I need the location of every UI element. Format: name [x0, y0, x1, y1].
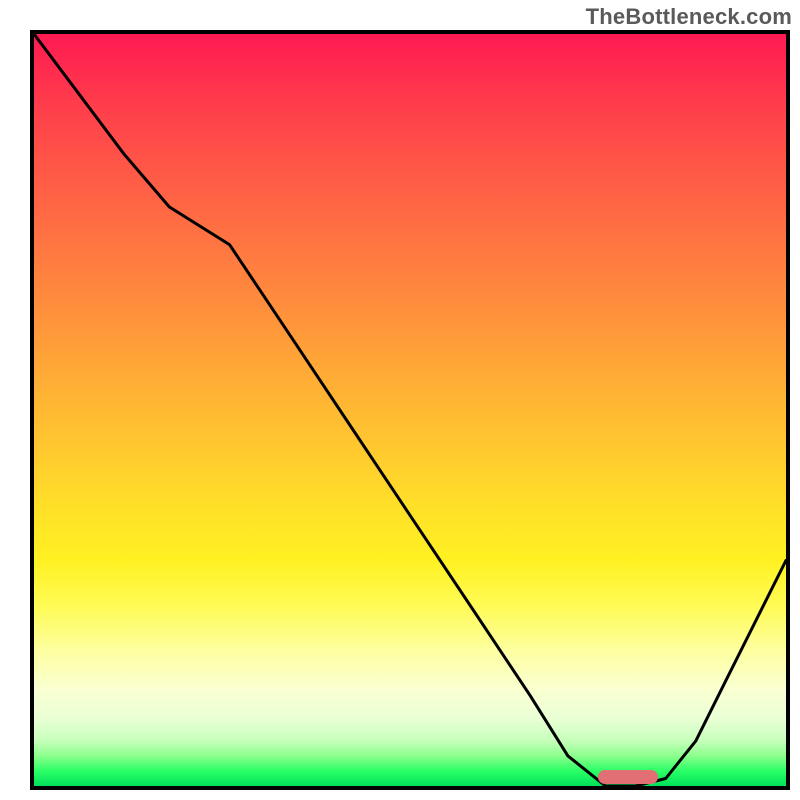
plot-area [30, 30, 790, 790]
line-curve [34, 34, 786, 786]
chart-frame: TheBottleneck.com [0, 0, 800, 800]
marker-segment [598, 770, 658, 784]
watermark-text: TheBottleneck.com [586, 4, 792, 30]
